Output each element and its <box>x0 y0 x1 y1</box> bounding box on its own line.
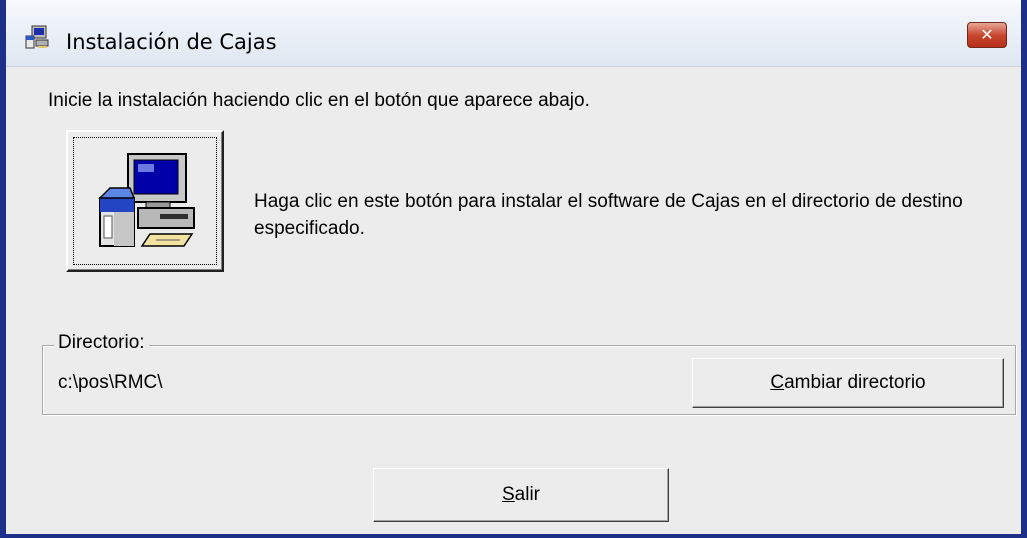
setup-app-icon <box>24 24 50 50</box>
installer-window: Instalación de Cajas ✕ Inicie la instala… <box>0 0 1027 538</box>
change-directory-mnemonic: C <box>770 372 785 393</box>
close-icon: ✕ <box>980 27 994 44</box>
exit-button[interactable]: Salir <box>373 468 669 522</box>
exit-mnemonic: S <box>501 484 515 505</box>
close-button[interactable]: ✕ <box>967 22 1007 48</box>
change-directory-button[interactable]: Cambiar directorio <box>692 358 1004 408</box>
directory-path: c:\pos\RMC\ <box>58 372 163 393</box>
install-description: Haga clic en este botón para instalar el… <box>254 191 963 239</box>
exit-label: Salir <box>502 484 540 506</box>
computer-setup-icon <box>98 153 195 247</box>
install-button[interactable] <box>66 130 224 272</box>
change-directory-label: Cambiar directorio <box>770 372 925 394</box>
change-directory-label-rest: ambiar directorio <box>784 372 926 393</box>
exit-label-rest: alir <box>514 484 541 505</box>
intro-text: Inicie la instalación haciendo clic en e… <box>48 90 590 111</box>
directory-label: Directorio: <box>54 332 149 354</box>
window-title: Instalación de Cajas <box>66 30 277 54</box>
title-bar[interactable]: Instalación de Cajas ✕ <box>6 0 1021 67</box>
